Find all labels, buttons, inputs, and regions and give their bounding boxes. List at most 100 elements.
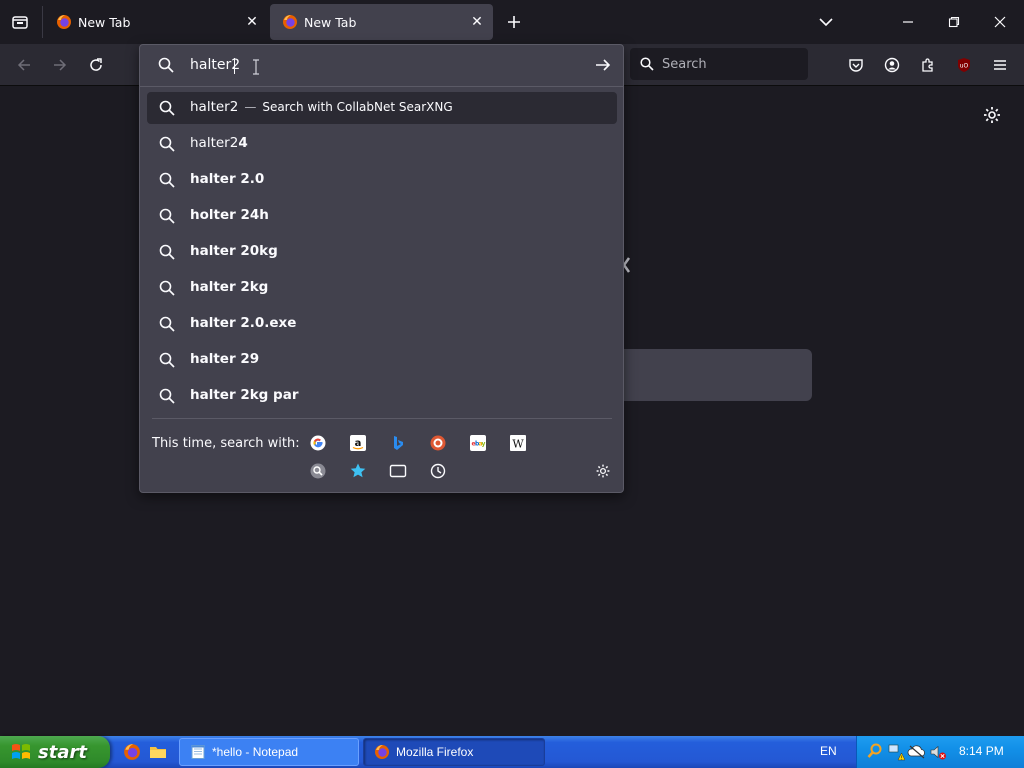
go-arrow-icon[interactable] xyxy=(594,56,612,74)
urlbar-input[interactable]: halter2 xyxy=(140,45,623,86)
firefox-quicklaunch-icon[interactable] xyxy=(123,743,141,761)
bookmarks-icon[interactable] xyxy=(349,462,367,480)
suggestion-label: halter2 — Search with CollabNet SearXNG xyxy=(190,99,453,115)
windows-flag-icon xyxy=(10,741,32,763)
close-tab-icon[interactable]: ✕ xyxy=(469,14,485,30)
svg-text:a: a xyxy=(355,438,362,449)
search-icon xyxy=(159,316,175,332)
google-icon[interactable] xyxy=(309,434,327,452)
taskbar: start *hello - Notepad Mozilla Firefox E… xyxy=(0,736,1024,768)
search-icon xyxy=(159,172,175,188)
search-magnifier-tray-icon[interactable] xyxy=(867,743,885,761)
firefox-logo-icon xyxy=(283,15,297,29)
suggestion-row-heuristic[interactable]: halter2 — Search with CollabNet SearXNG xyxy=(147,92,617,124)
tab-strip: New Tab ✕ New Tab ✕ xyxy=(0,0,1024,44)
suggestion-row[interactable]: halter 2kg xyxy=(147,272,617,304)
suggestion-typed-part: halter2 xyxy=(190,135,239,151)
suggestion-label: halter24 xyxy=(190,135,248,151)
search-icon xyxy=(640,57,654,71)
suggestion-action: Search with CollabNet SearXNG xyxy=(262,100,453,114)
language-indicator[interactable]: EN xyxy=(820,744,837,758)
network-warning-tray-icon[interactable]: ! xyxy=(887,743,906,762)
pocket-icon[interactable] xyxy=(846,55,866,75)
suggestion-label: holter 24h xyxy=(190,207,269,223)
list-all-tabs-chevron-down-icon[interactable] xyxy=(816,12,836,32)
wikipedia-icon[interactable]: W xyxy=(509,434,527,452)
ebay-icon[interactable]: ebay xyxy=(469,434,487,452)
notepad-icon xyxy=(191,745,205,759)
svg-text:uO: uO xyxy=(960,63,969,70)
close-window-icon[interactable] xyxy=(990,12,1010,32)
start-button[interactable]: start xyxy=(0,736,110,768)
taskbar-item-notepad[interactable]: *hello - Notepad xyxy=(179,738,359,766)
one-off-search-label: This time, search with: xyxy=(152,436,300,451)
history-icon[interactable] xyxy=(429,462,447,480)
back-arrow-icon[interactable] xyxy=(14,55,34,75)
suggestion-row[interactable]: halter 29 xyxy=(147,344,617,376)
search-icon xyxy=(159,244,175,260)
suggestion-label: halter 2kg xyxy=(190,279,269,295)
suggestion-row[interactable]: halter 2.0 xyxy=(147,164,617,196)
suggestion-row[interactable]: halter 20kg xyxy=(147,236,617,268)
page-search-box-background xyxy=(620,349,812,401)
tab-title: New Tab xyxy=(78,14,131,30)
task-label: Mozilla Firefox xyxy=(396,745,474,759)
suggestion-label: halter 29 xyxy=(190,351,260,367)
new-tab-plus-icon[interactable] xyxy=(504,12,524,32)
divider xyxy=(152,418,612,419)
search-icon xyxy=(159,208,175,224)
reload-icon[interactable] xyxy=(86,55,106,75)
ublock-origin-icon[interactable]: uO xyxy=(954,55,974,75)
firefox-logo-icon xyxy=(375,745,389,759)
tab-divider xyxy=(42,6,43,38)
system-tray: ! 8:14 PM xyxy=(856,736,1024,768)
search-bar-input[interactable]: Search xyxy=(630,48,808,80)
svg-text:y: y xyxy=(482,441,486,448)
suggestion-label: halter 2kg par xyxy=(190,387,299,403)
firefox-logo-icon xyxy=(57,15,71,29)
duckduckgo-icon[interactable] xyxy=(429,434,447,452)
forward-arrow-icon[interactable] xyxy=(50,55,70,75)
bing-icon[interactable] xyxy=(389,434,407,452)
search-icon xyxy=(158,57,174,73)
suggestion-row[interactable]: holter 24h xyxy=(147,200,617,232)
volume-muted-tray-icon[interactable] xyxy=(929,743,947,761)
suggestion-completion: 4 xyxy=(238,135,248,151)
divider xyxy=(140,86,623,87)
ibeam-cursor-icon xyxy=(252,59,260,79)
minimize-icon[interactable] xyxy=(898,12,918,32)
suggestion-row[interactable]: halter 2kg par xyxy=(147,380,617,412)
start-label: start xyxy=(38,741,87,763)
suggestion-label: halter 20kg xyxy=(190,243,278,259)
cloud-disconnected-tray-icon[interactable] xyxy=(907,743,925,761)
suggestion-query: halter2 xyxy=(190,99,239,115)
search-settings-gear-icon[interactable] xyxy=(595,463,611,483)
account-icon[interactable] xyxy=(882,55,902,75)
urlbar-text: halter2 xyxy=(190,57,241,73)
search-icon xyxy=(159,352,175,368)
separator-dash: — xyxy=(244,100,257,114)
hamburger-menu-icon[interactable] xyxy=(990,55,1010,75)
amazon-icon[interactable]: a xyxy=(349,434,367,452)
suggestion-label: halter 2.0 xyxy=(190,171,265,187)
firefox-view-icon[interactable] xyxy=(10,12,30,32)
tabs-icon[interactable] xyxy=(389,462,407,480)
urlbar-popup: halter2 halter2 — Search with CollabNet Se… xyxy=(139,44,624,493)
clock[interactable]: 8:14 PM xyxy=(959,744,1004,758)
search-icon xyxy=(159,136,175,152)
restore-icon[interactable] xyxy=(944,12,964,32)
tab-new-tab-2[interactable]: New Tab ✕ xyxy=(270,4,493,40)
customize-new-tab-gear-icon[interactable] xyxy=(982,105,1002,129)
task-label: *hello - Notepad xyxy=(212,745,299,759)
svg-text:W: W xyxy=(512,438,524,451)
extensions-puzzle-icon[interactable] xyxy=(918,55,938,75)
search-icon xyxy=(159,280,175,296)
close-tab-icon[interactable]: ✕ xyxy=(244,14,260,30)
tab-new-tab-1[interactable]: New Tab ✕ xyxy=(44,4,268,40)
searxng-icon[interactable] xyxy=(309,462,327,480)
folder-quicklaunch-icon[interactable] xyxy=(149,743,167,761)
suggestion-row[interactable]: halter24 xyxy=(147,128,617,160)
suggestion-row[interactable]: halter 2.0.exe xyxy=(147,308,617,340)
search-icon xyxy=(159,100,175,116)
taskbar-item-firefox[interactable]: Mozilla Firefox xyxy=(363,738,545,766)
